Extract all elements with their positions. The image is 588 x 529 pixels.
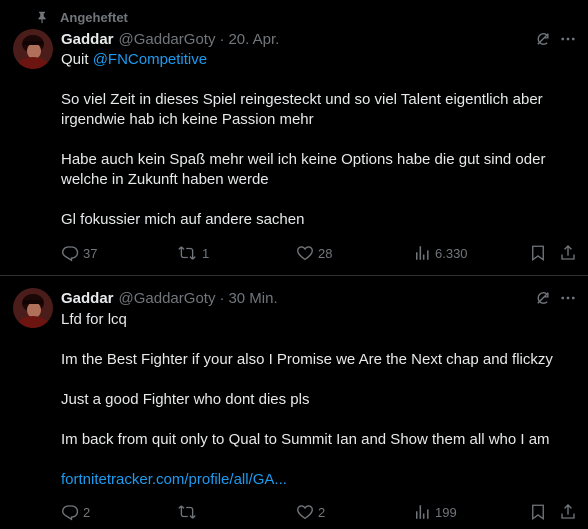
reply-icon	[61, 503, 79, 521]
tweet-paragraph: So viel Zeit in dieses Spiel reingesteck…	[61, 91, 543, 128]
avatar[interactable]	[13, 29, 53, 69]
tweet-text: Quit @FNCompetitive So viel Zeit in dies…	[61, 50, 576, 230]
tweet[interactable]: Gaddar @GaddarGoty · 30 Min. Lfd for lcq…	[0, 276, 588, 529]
tweet-text-quit: Quit	[61, 51, 93, 68]
more-icon[interactable]	[559, 289, 577, 307]
tweet-paragraph: Im back from quit only to Qual to Summit…	[61, 431, 550, 448]
bookmark-button[interactable]	[529, 243, 547, 263]
grok-icon[interactable]	[534, 30, 552, 48]
timestamp[interactable]: 20. Apr.	[228, 31, 279, 48]
avatar[interactable]	[13, 288, 53, 328]
repost-button[interactable]: 1	[176, 243, 209, 263]
tweet-header: Gaddar @GaddarGoty · 30 Min.	[61, 288, 278, 308]
timestamp[interactable]: 30 Min.	[228, 290, 277, 307]
like-button[interactable]: 28	[296, 243, 332, 263]
grok-icon[interactable]	[534, 289, 552, 307]
repost-icon	[176, 244, 198, 262]
views-count: 6.330	[435, 245, 468, 261]
views-button[interactable]: 6.330	[413, 243, 468, 263]
repost-count: 1	[202, 245, 210, 261]
views-count: 199	[435, 504, 457, 520]
bookmark-icon	[529, 503, 547, 521]
tweet[interactable]: Angeheftet Gaddar @GaddarGoty · 20. Apr.…	[0, 0, 588, 276]
external-link[interactable]: fortnitetracker.com/profile/all/GA...	[61, 470, 576, 490]
like-button[interactable]: 2	[296, 502, 325, 522]
views-button[interactable]: 199	[413, 502, 457, 522]
share-icon	[559, 244, 577, 262]
tweet-paragraph: Gl fokussier mich auf andere sachen	[61, 211, 305, 228]
display-name[interactable]: Gaddar	[61, 31, 114, 48]
separator: ·	[219, 30, 225, 48]
like-count: 28	[318, 245, 333, 261]
bookmark-button[interactable]	[529, 502, 547, 522]
share-icon	[559, 503, 577, 521]
tweet-paragraph: Lfd for lcq	[61, 311, 127, 328]
share-button[interactable]	[559, 502, 577, 522]
more-icon[interactable]	[559, 30, 577, 48]
display-name[interactable]: Gaddar	[61, 290, 114, 307]
tweet-line: Quit @FNCompetitive	[61, 50, 576, 70]
pin-icon	[35, 10, 49, 24]
mention-link[interactable]: @FNCompetitive	[93, 51, 207, 68]
repost-icon	[176, 503, 198, 521]
reply-count: 37	[83, 245, 98, 261]
like-icon	[296, 244, 314, 262]
like-icon	[296, 503, 314, 521]
reply-button[interactable]: 2	[61, 502, 90, 522]
tweet-header: Gaddar @GaddarGoty · 20. Apr.	[61, 29, 279, 49]
tweet-actions: 37 1 28 6.330	[61, 243, 576, 263]
separator: ·	[219, 289, 225, 307]
tweet-paragraph: Just a good Fighter who dont dies pls	[61, 391, 310, 408]
tweet-actions: 2 2 199	[61, 502, 576, 522]
reply-icon	[61, 244, 79, 262]
share-button[interactable]	[559, 243, 577, 263]
bookmark-icon	[529, 244, 547, 262]
tweet-paragraph: Habe auch kein Spaß mehr weil ich keine …	[61, 151, 546, 188]
views-icon	[413, 503, 431, 521]
reply-button[interactable]: 37	[61, 243, 97, 263]
user-handle[interactable]: @GaddarGoty	[119, 290, 216, 307]
like-count: 2	[318, 504, 326, 520]
reply-count: 2	[83, 504, 91, 520]
user-handle[interactable]: @GaddarGoty	[119, 31, 216, 48]
tweet-paragraph: Im the Best Fighter if your also I Promi…	[61, 351, 553, 368]
tweet-text: Lfd for lcq Im the Best Fighter if your …	[61, 310, 576, 490]
pinned-indicator: Angeheftet	[35, 9, 128, 25]
views-icon	[413, 244, 431, 262]
repost-button[interactable]	[176, 502, 202, 522]
pinned-label: Angeheftet	[60, 9, 128, 25]
